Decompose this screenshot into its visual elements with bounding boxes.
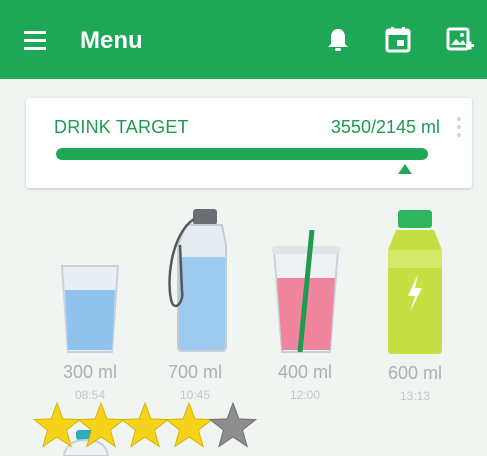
drink-progress-bar — [56, 148, 428, 160]
drink-target-card[interactable]: DRINK TARGET 3550/2145 ml — [26, 98, 472, 188]
target-marker-icon — [398, 164, 412, 174]
bell-icon[interactable] — [322, 24, 354, 56]
hamburger-icon[interactable] — [24, 30, 50, 52]
drink-item-pink-drink[interactable]: 400 ml 12:00 — [260, 230, 350, 410]
drink-amount: 700 ml — [167, 362, 223, 382]
star-empty-icon[interactable] — [208, 401, 258, 448]
star-filled-icon[interactable] — [164, 401, 214, 448]
drink-item-sports-drink[interactable]: 600 ml 13:13 — [370, 208, 460, 410]
drink-item-water-bottle[interactable]: 700 ml 10:45 — [150, 205, 240, 410]
drink-amount: 400 ml — [277, 362, 333, 382]
drink-time: 13:13 — [399, 389, 431, 403]
app-bar: Menu — [0, 0, 487, 79]
water-glass-icon — [60, 265, 120, 353]
drink-amount: 300 ml — [62, 362, 118, 382]
calendar-icon[interactable] — [382, 24, 414, 56]
more-vert-icon[interactable] — [456, 116, 462, 138]
drink-target-label: DRINK TARGET — [54, 117, 189, 137]
sports-drink-bottle-icon — [388, 210, 442, 354]
add-photo-icon[interactable] — [444, 24, 476, 56]
app-title[interactable]: Menu — [80, 27, 143, 55]
pink-drink-cup-icon — [272, 230, 340, 353]
star-filled-icon[interactable] — [33, 401, 82, 448]
drink-time: 12:00 — [289, 388, 321, 402]
star-filled-icon[interactable] — [76, 401, 126, 448]
drink-target-amount: 3550/2145 ml — [330, 117, 440, 137]
drink-item-water-glass[interactable]: 300 ml 08:54 — [50, 255, 130, 410]
drink-progress-fill — [56, 148, 428, 160]
drink-amount: 600 ml — [387, 363, 443, 383]
star-filled-icon[interactable] — [120, 401, 170, 448]
star-rating[interactable] — [33, 400, 263, 452]
water-bottle-icon — [168, 209, 227, 352]
